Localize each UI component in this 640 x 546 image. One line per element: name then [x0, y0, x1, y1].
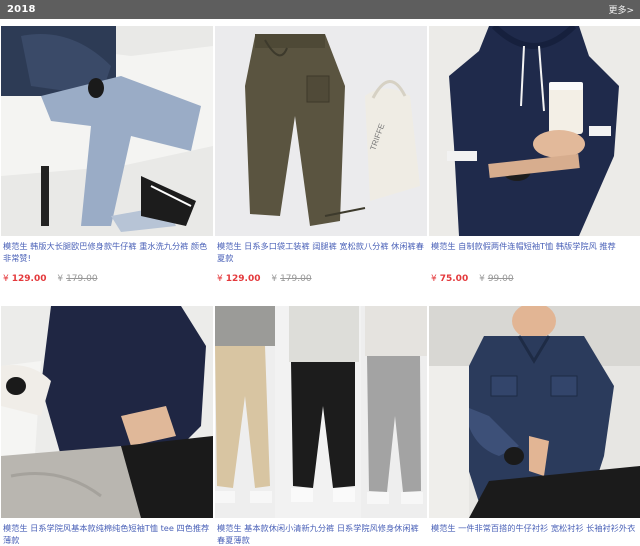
- product-image[interactable]: [429, 26, 640, 236]
- product-image[interactable]: TRIFFE: [215, 26, 427, 236]
- product-grid: 模范生 韩版大长腿欧巴修身款牛仔裤 重水洗九分裤 颜色非常赞! ¥129.00 …: [0, 26, 640, 546]
- price-row: ¥129.00 ¥179.00: [3, 274, 98, 284]
- product-image[interactable]: [1, 306, 213, 518]
- navy-tee-photo-icon: [1, 306, 213, 518]
- slim-trousers-photo-icon: [215, 306, 427, 518]
- more-link[interactable]: 更多>: [608, 3, 634, 16]
- original-price: ¥179.00: [271, 274, 312, 284]
- current-price: ¥129.00: [3, 274, 47, 284]
- current-price: ¥75.00: [431, 274, 469, 284]
- hooded-tee-photo-icon: [429, 26, 640, 236]
- cargo-pants-photo-icon: TRIFFE: [215, 26, 427, 236]
- product-title-link[interactable]: 模范生 日系多口袋工装裤 阔腿裤 宽松款八分裤 休闲裤春夏款: [217, 240, 425, 264]
- product-image[interactable]: [1, 26, 213, 236]
- product-image[interactable]: [429, 306, 640, 518]
- price-row: ¥75.00 ¥99.00: [431, 274, 514, 284]
- product-title-link[interactable]: 模范生 基本款休闲小清新九分裤 日系学院风修身休闲裤春夏薄款: [217, 522, 425, 546]
- denim-jeans-photo-icon: [1, 26, 213, 236]
- current-price: ¥129.00: [217, 274, 261, 284]
- product-title-link[interactable]: 模范生 日系学院风基本款纯棉纯色短袖T恤 tee 四色推荐薄款: [3, 522, 211, 546]
- product-title-link[interactable]: 模范生 一件非常百搭的牛仔衬衫 宽松衬衫 长袖衬衫外衣: [431, 522, 639, 546]
- original-price: ¥179.00: [57, 274, 98, 284]
- original-price: ¥99.00: [479, 274, 514, 284]
- price-row: ¥129.00 ¥179.00: [217, 274, 312, 284]
- section-year-label: 2018: [7, 4, 36, 15]
- product-title-link[interactable]: 模范生 韩版大长腿欧巴修身款牛仔裤 重水洗九分裤 颜色非常赞!: [3, 240, 211, 264]
- product-image[interactable]: [215, 306, 427, 518]
- denim-shirt-photo-icon: [429, 306, 640, 518]
- section-header-bar: 2018 更多>: [0, 0, 640, 19]
- product-title-link[interactable]: 模范生 自制款假两件连帽短袖T恤 韩版学院风 推荐: [431, 240, 639, 264]
